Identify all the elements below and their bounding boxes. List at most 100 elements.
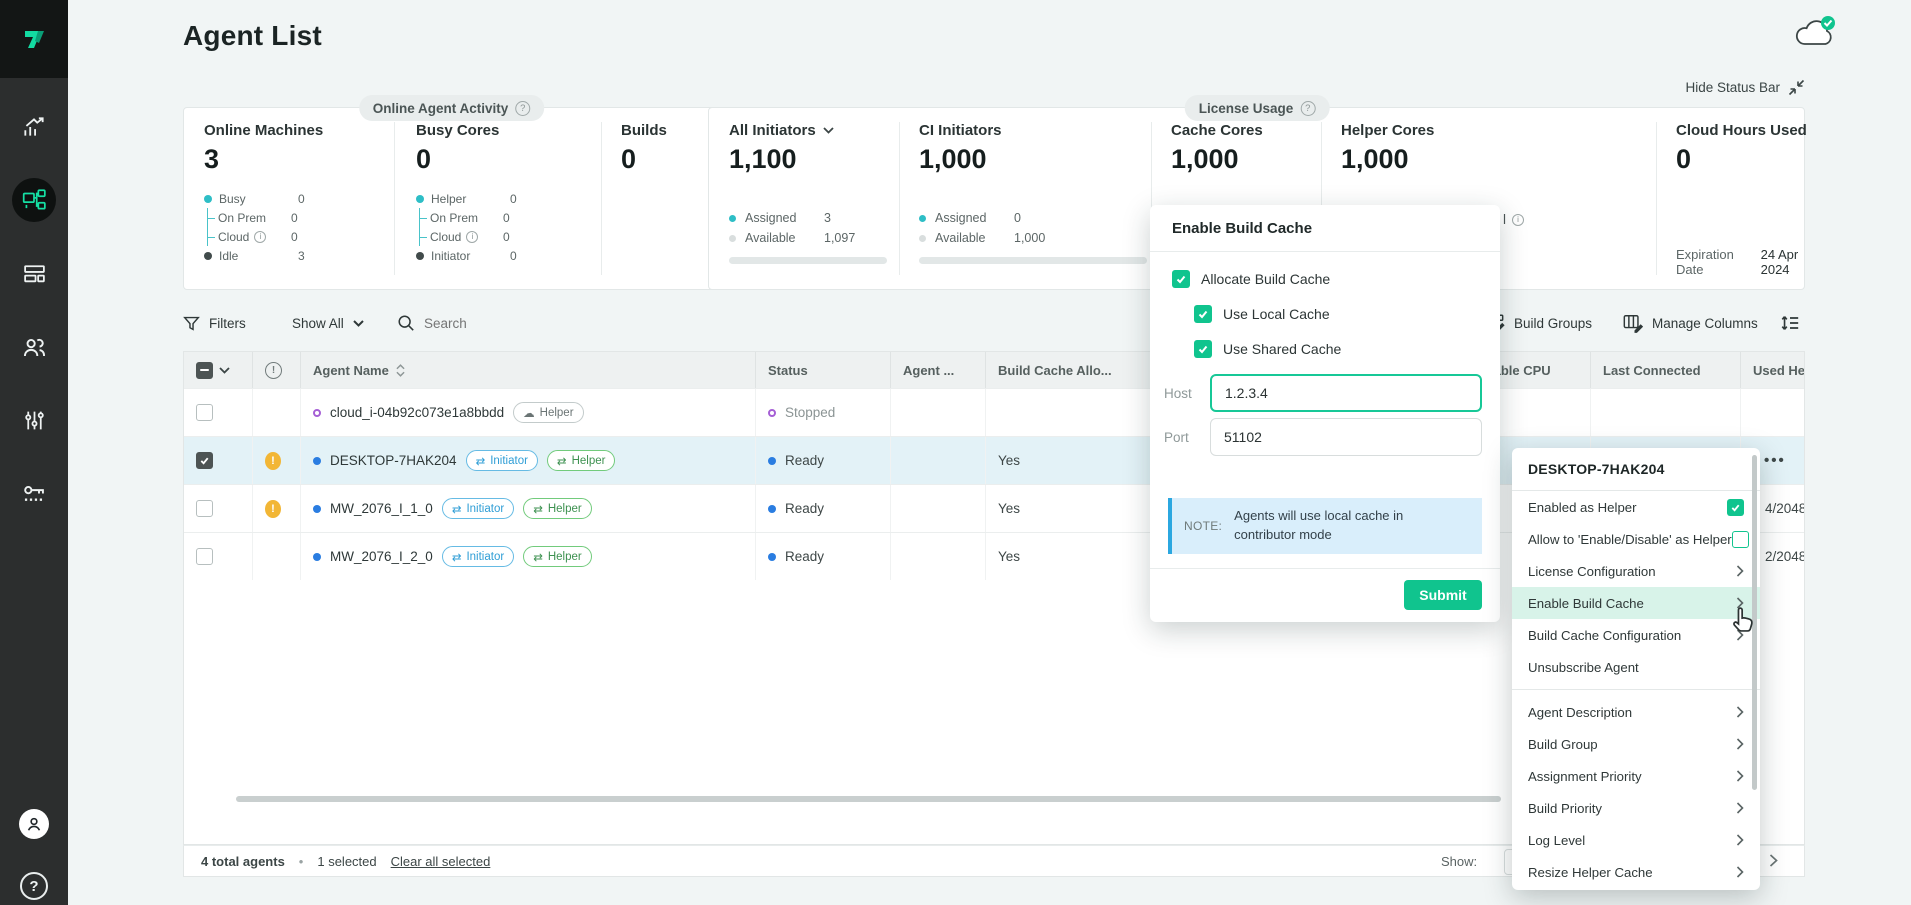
sidebar-item-builds[interactable] <box>17 256 51 290</box>
sidebar: ? <box>0 0 68 905</box>
warning-icon[interactable]: ! <box>265 500 281 518</box>
filters-button[interactable]: Filters <box>183 309 246 337</box>
sidebar-item-license[interactable] <box>17 476 51 510</box>
port-input[interactable] <box>1210 418 1482 456</box>
divider <box>1150 568 1500 569</box>
select-all-checkbox[interactable] <box>196 362 213 379</box>
sidebar-item-account[interactable] <box>19 809 49 839</box>
info-icon[interactable]: i <box>1512 214 1524 226</box>
sliders-icon <box>22 408 47 433</box>
stat-value: 1,000 <box>919 144 1149 175</box>
pool-label-fragment: l i <box>1503 212 1524 227</box>
initiator-dot <box>416 252 424 260</box>
horizontal-scrollbar[interactable] <box>236 796 1501 802</box>
row-checkbox[interactable] <box>196 548 213 565</box>
menu-item-build-cache-configuration[interactable]: Build Cache Configuration <box>1512 619 1760 651</box>
swap-icon: ⇄ <box>533 550 543 564</box>
busy-dot <box>204 195 212 203</box>
menu-item-log-level[interactable]: Log Level <box>1512 824 1760 856</box>
stat-label: Builds <box>621 122 667 139</box>
mouse-cursor <box>1729 603 1759 635</box>
badge-label: Online Agent Activity <box>373 101 509 116</box>
swap-icon: ⇄ <box>452 502 462 516</box>
pagination-next-button[interactable] <box>1769 854 1778 867</box>
row-checkbox[interactable] <box>196 500 213 517</box>
info-icon[interactable]: ? <box>515 101 530 116</box>
cloud-connection-button[interactable] <box>1792 14 1838 52</box>
menu-item-enable-build-cache[interactable]: Enable Build Cache <box>1512 587 1760 619</box>
host-input[interactable] <box>1210 374 1482 412</box>
menu-item-unsubscribe-agent[interactable]: Unsubscribe Agent <box>1512 651 1760 683</box>
sort-icon[interactable] <box>396 364 405 377</box>
sidebar-item-agents[interactable] <box>12 178 56 222</box>
menu-item-license-configuration[interactable]: License Configuration <box>1512 555 1760 587</box>
total-agents-label: 4 total agents <box>201 854 285 869</box>
warning-icon[interactable]: ! <box>265 452 281 470</box>
info-icon[interactable]: ? <box>1300 101 1315 116</box>
initiator-badge: ⇄Initiator <box>466 450 538 471</box>
menu-item-build-group[interactable]: Build Group <box>1512 728 1760 760</box>
hide-status-bar-label: Hide Status Bar <box>1685 80 1780 95</box>
row-actions-button[interactable]: ••• <box>1764 445 1786 475</box>
use-shared-cache-checkbox[interactable]: Use Shared Cache <box>1194 340 1341 358</box>
cloud-hours-stat: Cloud Hours Used 0 Expiration Date 24 Ap… <box>1676 122 1807 277</box>
agent-name: MW_2076_I_1_0 <box>330 501 433 516</box>
row-checkbox[interactable] <box>196 452 213 469</box>
menu-item-enabled-as-helper[interactable]: Enabled as Helper <box>1512 491 1760 523</box>
checkbox-checked-icon[interactable] <box>1727 499 1744 516</box>
build-cache-cell <box>986 389 1156 436</box>
info-icon[interactable]: i <box>254 231 266 243</box>
hide-status-bar-button[interactable]: Hide Status Bar <box>1640 79 1805 96</box>
agent-status-dot <box>313 505 321 513</box>
agent-context-menu: DESKTOP-7HAK204 Enabled as Helper Allow … <box>1512 448 1760 890</box>
manage-columns-button[interactable]: Manage Columns <box>1622 309 1758 337</box>
show-label: Show: <box>1441 854 1477 869</box>
initiator-badge: ⇄Initiator <box>442 498 514 519</box>
status-dot <box>768 409 776 417</box>
port-label: Port <box>1164 430 1210 445</box>
agent-name-cell: cloud_i-04b92c073e1a8bbdd ☁Helper <box>301 389 756 436</box>
key-icon <box>21 480 48 507</box>
note-label: NOTE: <box>1184 519 1222 533</box>
agent-name-cell: MW_2076_I_1_0 ⇄Initiator ⇄Helper <box>301 485 756 532</box>
stat-label: Cloud Hours Used <box>1676 122 1807 139</box>
submit-button[interactable]: Submit <box>1404 580 1482 610</box>
menu-item-agent-description[interactable]: Agent Description <box>1512 696 1760 728</box>
stat-breakdown: Busy0 On Prem0 Cloudi0 Idle3 <box>204 189 323 265</box>
search-box[interactable] <box>397 309 544 337</box>
checkbox-unchecked-icon[interactable] <box>1732 531 1749 548</box>
table-row[interactable]: cloud_i-04b92c073e1a8bbdd ☁Helper Stoppe… <box>184 388 1804 436</box>
select-all-cell <box>184 352 253 388</box>
sidebar-item-help[interactable]: ? <box>19 871 49 901</box>
search-input[interactable] <box>424 316 544 331</box>
user-avatar-icon <box>24 814 44 834</box>
build-groups-button[interactable]: Build Groups <box>1484 309 1592 337</box>
stat-value: 3 <box>204 144 323 175</box>
agent-name-cell: DESKTOP-7HAK204 ⇄Initiator ⇄Helper <box>301 437 756 484</box>
stat-label: Helper Cores <box>1341 122 1434 139</box>
info-icon[interactable]: i <box>466 231 478 243</box>
all-initiators-dropdown[interactable]: All Initiators <box>729 122 889 139</box>
show-all-dropdown[interactable]: Show All <box>292 309 364 337</box>
avatar <box>19 809 49 839</box>
sidebar-item-users[interactable] <box>17 330 51 364</box>
row-height-button[interactable] <box>1780 309 1800 337</box>
use-local-cache-checkbox[interactable]: Use Local Cache <box>1194 305 1330 323</box>
stat-value: 1,000 <box>1171 144 1263 175</box>
sidebar-item-settings[interactable] <box>17 403 51 437</box>
menu-item-build-priority[interactable]: Build Priority <box>1512 792 1760 824</box>
helper-badge: ⇄Helper <box>523 498 592 519</box>
enable-build-cache-modal: Enable Build Cache Allocate Build Cache … <box>1150 205 1500 622</box>
app-logo[interactable] <box>0 0 68 78</box>
menu-item-allow-enable-disable[interactable]: Allow to 'Enable/Disable' as Helper <box>1512 523 1760 555</box>
select-menu-chevron-icon[interactable] <box>219 367 230 374</box>
allocate-build-cache-checkbox[interactable]: Allocate Build Cache <box>1172 270 1330 288</box>
menu-item-assignment-priority[interactable]: Assignment Priority <box>1512 760 1760 792</box>
clear-all-selected-link[interactable]: Clear all selected <box>391 854 491 869</box>
menu-item-resize-helper-cache[interactable]: Resize Helper Cache <box>1512 856 1760 888</box>
initiator-badge: ⇄Initiator <box>442 546 514 567</box>
sidebar-item-dashboard[interactable] <box>17 110 51 144</box>
divider <box>1512 689 1760 690</box>
agent-name-column-header[interactable]: Agent Name <box>301 352 756 388</box>
row-checkbox[interactable] <box>196 404 213 421</box>
